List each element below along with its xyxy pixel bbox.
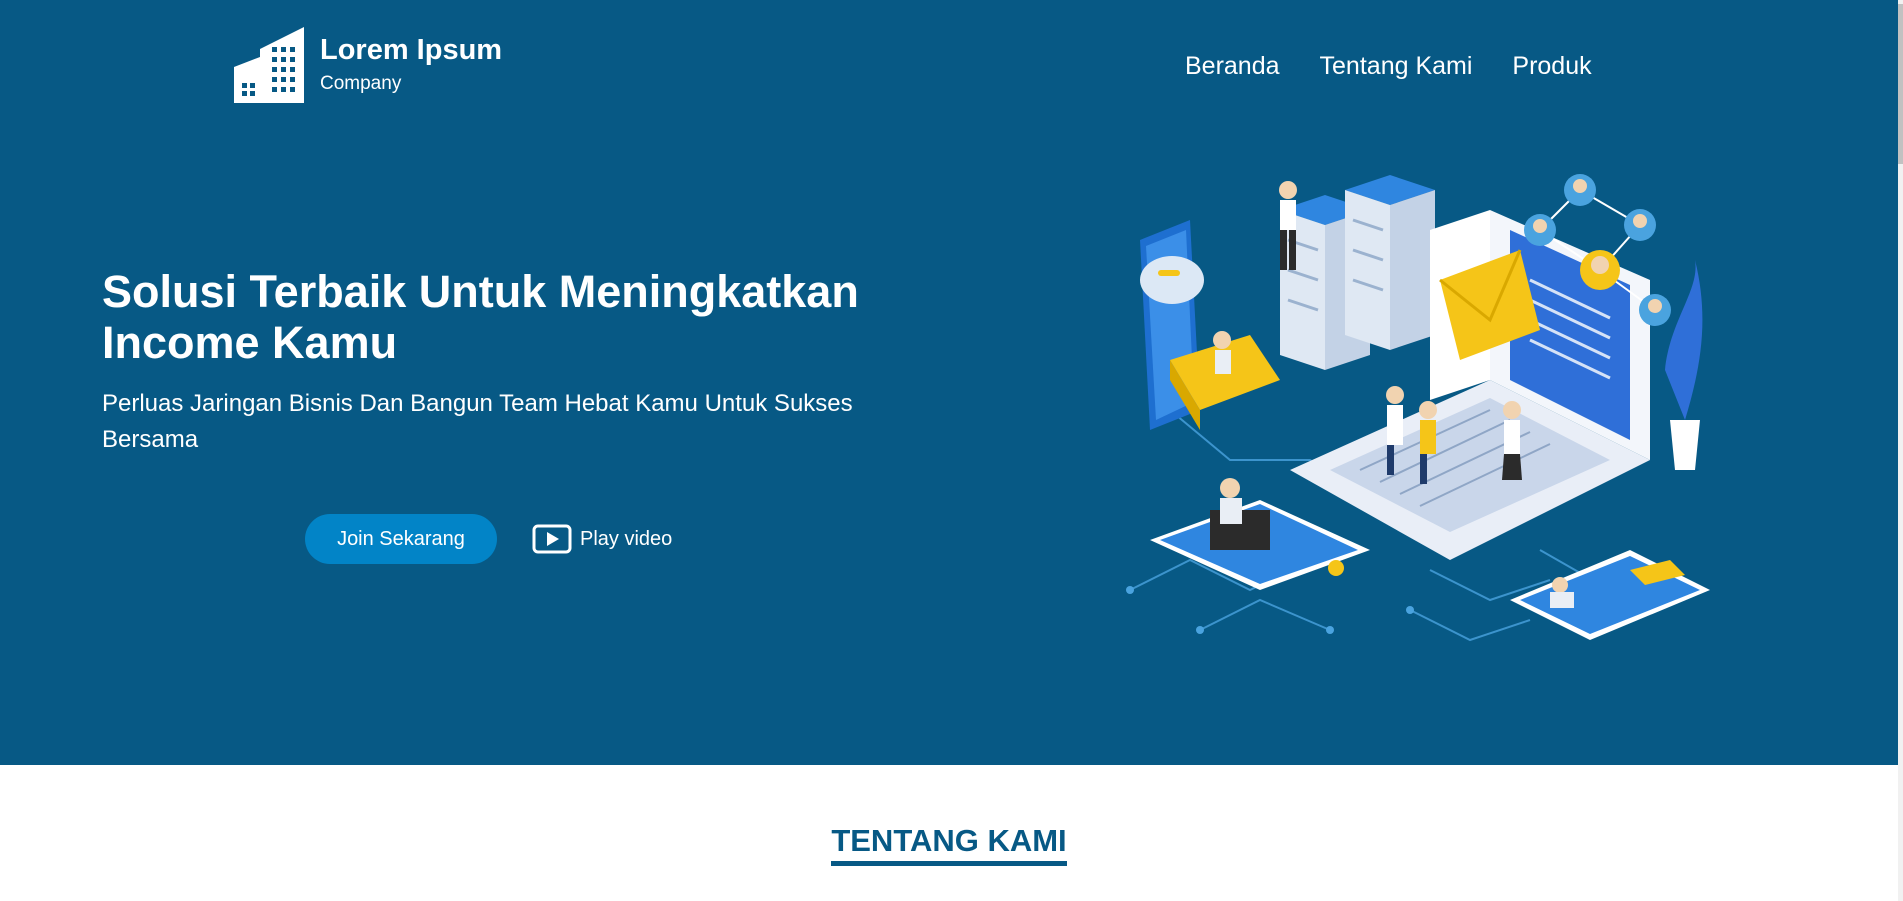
section-tentang-kami: TENTANG KAMI: [0, 822, 1898, 866]
logo[interactable]: Lorem Ipsum Company: [234, 27, 502, 103]
scrollbar[interactable]: [1898, 0, 1903, 901]
main-nav: Beranda Tentang Kami Produk: [1185, 50, 1592, 82]
building-icon: [234, 27, 304, 103]
cta-row: Join Sekarang Play video: [305, 514, 672, 564]
hero-illustration: [1126, 174, 1710, 642]
nav-item-tentang-kami[interactable]: Tentang Kami: [1320, 50, 1473, 82]
join-button[interactable]: Join Sekarang: [305, 514, 497, 564]
nav-item-produk[interactable]: Produk: [1512, 50, 1591, 82]
scrollbar-thumb[interactable]: [1898, 4, 1903, 164]
section-title: TENTANG KAMI: [831, 822, 1067, 866]
logo-title: Lorem Ipsum: [320, 34, 503, 66]
play-video-label: Play video: [580, 527, 673, 550]
hero-subtitle: Perluas Jaringan Bisnis Dan Bangun Team …: [102, 390, 853, 453]
hero-section: Lorem Ipsum Company Beranda Tentang Kami…: [0, 0, 1898, 765]
play-video-button[interactable]: Play video: [532, 524, 672, 554]
play-icon: [532, 524, 572, 554]
logo-subtitle: Company: [320, 73, 402, 94]
nav-item-beranda[interactable]: Beranda: [1185, 50, 1280, 82]
hero-title: Solusi Terbaik Untuk Meningkatkan Income…: [102, 266, 859, 368]
